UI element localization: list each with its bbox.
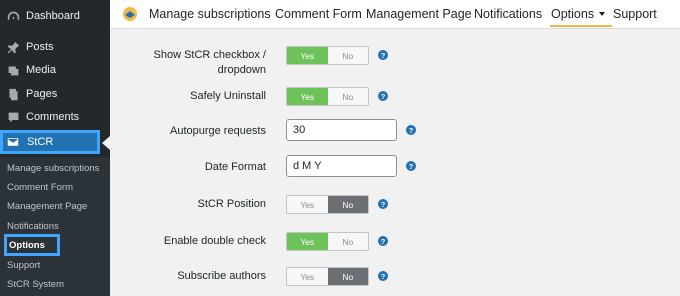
- submenu-management-page[interactable]: Management Page: [7, 201, 87, 212]
- nav-notifications[interactable]: Notifications: [474, 7, 542, 21]
- nav-comment-form[interactable]: Comment Form: [275, 7, 362, 21]
- sidebar-item-media[interactable]: Media: [0, 59, 110, 81]
- sidebar-item-posts[interactable]: Posts: [0, 36, 110, 58]
- field-label: Subscribe authors: [177, 270, 266, 282]
- nav-support[interactable]: Support: [613, 7, 657, 21]
- sidebar-item-label: Dashboard: [26, 10, 80, 22]
- help-icon[interactable]: ?: [378, 271, 388, 281]
- nav-management-page[interactable]: Management Page: [366, 7, 472, 21]
- comment-icon: [6, 110, 20, 124]
- toggle-yes[interactable]: Yes: [287, 196, 328, 213]
- caret-down-icon: [599, 11, 606, 16]
- help-icon[interactable]: ?: [406, 161, 416, 171]
- sidebar-item-stcr[interactable]: StCR: [0, 130, 100, 154]
- help-icon[interactable]: ?: [378, 199, 388, 209]
- date-format-input[interactable]: d M Y: [286, 155, 397, 177]
- nav-options[interactable]: Options: [551, 7, 606, 21]
- submenu-notifications[interactable]: Notifications: [7, 221, 59, 232]
- sidebar-item-dashboard[interactable]: Dashboard: [0, 5, 110, 27]
- submenu-options[interactable]: Options: [4, 234, 60, 256]
- toggle-no[interactable]: No: [328, 88, 369, 105]
- toggle-double-check[interactable]: Yes No: [286, 232, 369, 251]
- toggle-no[interactable]: No: [327, 196, 368, 213]
- help-icon[interactable]: ?: [378, 50, 388, 60]
- pages-icon: [6, 87, 20, 101]
- submenu-comment-form[interactable]: Comment Form: [7, 182, 73, 193]
- active-tab-underline: [550, 25, 612, 27]
- toggle-safely-uninstall[interactable]: Yes No: [286, 87, 369, 106]
- field-label: Date Format: [204, 161, 266, 173]
- toggle-stcr-position[interactable]: Yes No: [286, 195, 369, 214]
- field-label: Autopurge requests: [169, 125, 266, 137]
- submenu-options-label: Options: [9, 240, 45, 251]
- dashboard-icon: [6, 9, 20, 23]
- submenu-stcr-system[interactable]: StCR System: [7, 279, 64, 290]
- sidebar-item-label: Posts: [26, 41, 54, 53]
- toggle-yes[interactable]: Yes: [287, 88, 328, 105]
- field-label: Enable double check: [163, 235, 266, 247]
- pin-icon: [6, 40, 20, 54]
- toggle-no[interactable]: No: [327, 268, 368, 285]
- field-label: StCR Position: [197, 198, 266, 210]
- toggle-yes[interactable]: Yes: [287, 233, 328, 250]
- sidebar-item-label: Comments: [26, 111, 80, 123]
- nav-manage-subscriptions[interactable]: Manage subscriptions: [149, 7, 271, 21]
- plugin-nav-bar: Manage subscriptions Comment Form Manage…: [110, 0, 680, 29]
- sidebar-item-label: Pages: [26, 88, 58, 100]
- envelope-icon: [7, 135, 21, 149]
- toggle-show-checkbox[interactable]: Yes No: [286, 46, 369, 65]
- toggle-no[interactable]: No: [328, 47, 369, 64]
- help-icon[interactable]: ?: [378, 91, 388, 101]
- admin-sidebar: Dashboard Posts Media Pages Comments StC…: [0, 0, 110, 296]
- autopurge-input[interactable]: 30: [286, 119, 397, 141]
- sidebar-item-label: StCR: [27, 136, 54, 148]
- help-icon[interactable]: ?: [378, 236, 388, 246]
- nav-options-label: Options: [551, 7, 595, 21]
- toggle-no[interactable]: No: [328, 233, 369, 250]
- sidebar-item-comments[interactable]: Comments: [0, 106, 110, 128]
- field-label: Show StCR checkbox / dropdown: [153, 49, 267, 76]
- active-indicator-arrow: [102, 136, 110, 150]
- plugin-logo-icon: [123, 7, 137, 21]
- sidebar-item-pages[interactable]: Pages: [0, 83, 110, 105]
- media-icon: [6, 63, 20, 77]
- toggle-yes[interactable]: Yes: [287, 47, 328, 64]
- submenu-manage-subscriptions[interactable]: Manage subscriptions: [7, 163, 99, 174]
- field-label: Safely Uninstall: [190, 90, 266, 102]
- submenu-support[interactable]: Support: [7, 260, 40, 271]
- sidebar-item-label: Media: [26, 64, 56, 76]
- help-icon[interactable]: ?: [406, 125, 416, 135]
- toggle-subscribe-authors[interactable]: Yes No: [286, 267, 369, 286]
- toggle-yes[interactable]: Yes: [287, 268, 328, 285]
